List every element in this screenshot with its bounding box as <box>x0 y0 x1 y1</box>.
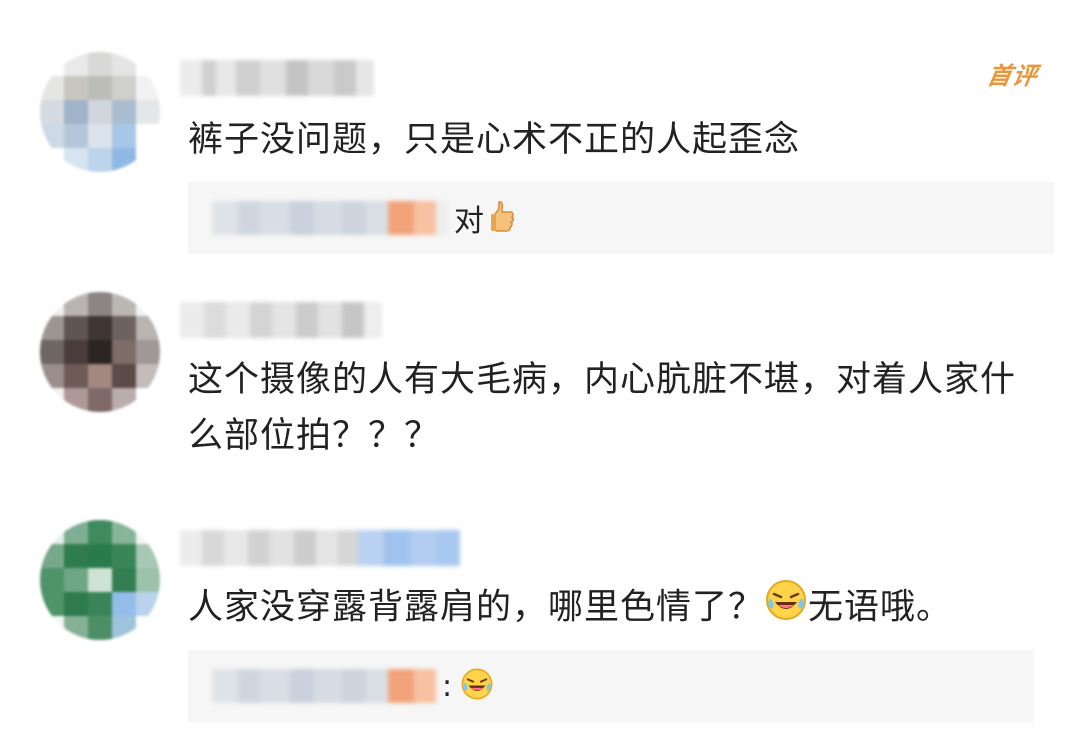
reply-preview[interactable]: : <box>188 650 1034 722</box>
comment-text: 裤子没问题，只是心术不正的人起歪念 <box>188 120 801 160</box>
username[interactable] <box>180 530 460 566</box>
reply-username[interactable] <box>212 669 436 703</box>
reply-separator: : <box>442 668 453 704</box>
laugh-cry-emoji-icon <box>460 667 494 705</box>
comment-text-part: 人家没穿露背露肩的，哪里色情了？ <box>188 587 765 628</box>
username[interactable] <box>180 302 382 338</box>
reply-preview[interactable]: 对 <box>188 182 1054 254</box>
avatar[interactable] <box>40 52 160 172</box>
comment-text: 这个摄像的人有大毛病，内心肮脏不堪，对着人家什么部位拍？？？ <box>188 360 1017 456</box>
first-comment-badge: 首评 <box>985 62 1041 90</box>
avatar[interactable] <box>40 292 160 412</box>
laugh-cry-emoji-icon <box>764 578 808 639</box>
reply-username[interactable] <box>212 201 448 235</box>
comment-text-part: 无语哦。 <box>808 587 953 628</box>
avatar[interactable] <box>40 520 160 640</box>
reply-text: 对 <box>454 204 484 239</box>
username[interactable] <box>180 60 374 96</box>
thumbs-up-icon <box>490 199 516 237</box>
comment-text: 人家没穿露背露肩的，哪里色情了？ 无语哦。 <box>188 578 1028 639</box>
